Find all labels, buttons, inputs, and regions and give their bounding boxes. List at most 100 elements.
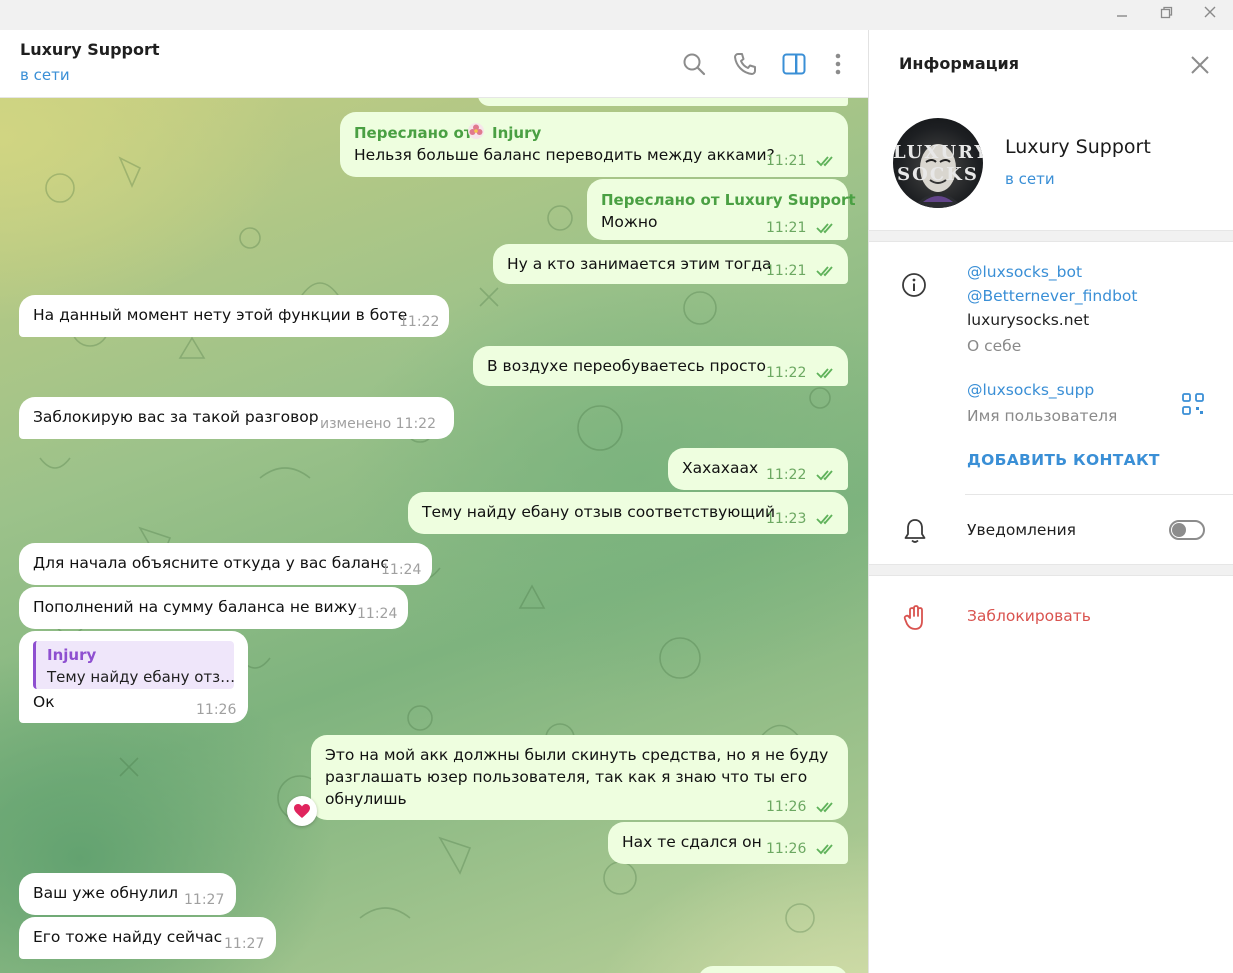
message-bubble-incoming[interactable]: Его тоже найду сейчас 11:27 (19, 917, 276, 959)
message-bubble-outgoing[interactable]: Переслано от Luxury Support Можно 11:21 (587, 179, 856, 240)
qr-code-icon (1182, 393, 1204, 415)
message-time: 11:26 (196, 702, 237, 718)
bio-website[interactable]: luxurysocks.net (967, 311, 1089, 329)
more-options-button[interactable] (824, 50, 852, 78)
heart-icon (294, 804, 310, 818)
read-checkmarks-icon (816, 266, 833, 277)
message-time: 11:27 (184, 892, 225, 908)
info-panel: Информация LUXURY SOCKS Luxury Support в… (868, 30, 1233, 973)
message-time: 11:27 (224, 936, 265, 952)
window-titlebar (0, 0, 1233, 30)
message-text: Тему найду ебану отзыв соответствующий (422, 503, 776, 521)
forwarded-label: Переслано от Luxury Support (601, 191, 856, 209)
add-contact-button[interactable]: ДОБАВИТЬ КОНТАКТ (967, 451, 1160, 469)
profile-status: в сети (1005, 170, 1055, 188)
block-user-button[interactable]: Заблокировать (967, 607, 1091, 625)
username-caption: Имя пользователя (967, 407, 1118, 425)
message-time: 11:26 (766, 799, 807, 815)
bio-link-findbot[interactable]: @Betternever_findbot (967, 287, 1137, 305)
close-window-button[interactable] (1198, 4, 1222, 26)
toggle-info-panel-button[interactable] (780, 50, 808, 78)
bio-caption: О себе (967, 337, 1022, 355)
message-bubble-outgoing[interactable]: Нах те сдался он 11:26 (608, 822, 848, 864)
info-icon (902, 273, 926, 297)
close-info-panel-button[interactable] (1187, 52, 1213, 78)
message-bubble-incoming[interactable]: Ваш уже обнулил 11:27 (19, 873, 236, 915)
heart-reaction[interactable] (287, 796, 317, 826)
message-bubble-incoming[interactable]: Для начала объясните откуда у вас баланс… (19, 543, 432, 585)
reply-snippet: Тему найду ебану отз… (47, 668, 236, 686)
reply-quote[interactable]: Injury Тему найду ебану отз… (33, 641, 236, 689)
message-bubble-incoming[interactable]: На данный момент нету этой функции в бот… (19, 295, 449, 337)
message-time: 11:22 (766, 365, 807, 381)
chat-message-area[interactable]: Переслано от Injury Нельзя больше баланс… (0, 98, 868, 973)
section-divider (869, 564, 1233, 576)
username-link[interactable]: @luxsocks_supp (967, 381, 1094, 399)
message-text: Можно (601, 213, 658, 231)
message-text-line: Это на мой акк должны были скинуть средс… (325, 746, 829, 764)
message-bubble-outgoing[interactable]: Хахахаах 11:22 (668, 448, 848, 490)
profile-name: Luxury Support (1005, 136, 1151, 158)
reply-author: Injury (47, 646, 97, 664)
search-icon (683, 53, 706, 76)
phone-icon (734, 53, 756, 75)
message-edited-time: изменено 11:22 (320, 416, 436, 432)
forwarded-label: Переслано от (354, 124, 473, 142)
read-checkmarks-icon (816, 802, 833, 813)
row-divider (965, 494, 1233, 495)
sidebar-toggle-icon (782, 53, 806, 75)
minimize-window-button[interactable] (1110, 4, 1134, 26)
read-checkmarks-icon (816, 223, 833, 234)
message-time: 11:21 (766, 220, 807, 236)
message-time: 11:23 (766, 511, 807, 527)
message-bubble-incoming-reply[interactable]: Injury Тему найду ебану отз… Ок 11:26 (19, 631, 248, 723)
flower-avatar-icon (468, 123, 484, 139)
notifications-toggle[interactable] (1169, 520, 1205, 540)
message-text-line: разглашать юзер пользователя, так как я … (325, 768, 808, 786)
read-checkmarks-icon (816, 156, 833, 167)
message-bubble-partial[interactable] (698, 966, 848, 973)
notifications-label: Уведомления (967, 521, 1076, 539)
message-text: Хахахаах (682, 459, 759, 477)
restore-icon (1160, 6, 1173, 19)
close-icon (1204, 6, 1216, 18)
message-time: 11:24 (357, 606, 398, 622)
message-time: 11:26 (766, 841, 807, 857)
chat-status: в сети (20, 66, 70, 84)
search-button[interactable] (680, 50, 708, 78)
read-checkmarks-icon (816, 470, 833, 481)
message-text: Пополнений на сумму баланса не вижу (33, 598, 357, 616)
message-bubble-outgoing[interactable]: Ну а кто занимается этим тогда 11:21 (493, 244, 848, 284)
message-time: 11:22 (399, 314, 440, 330)
message-text: Заблокирую вас за такой разговор (33, 408, 319, 426)
read-checkmarks-icon (816, 514, 833, 525)
message-bubble-incoming[interactable]: Заблокирую вас за такой разговор изменен… (19, 397, 454, 439)
chat-header: Luxury Support в сети (0, 30, 868, 98)
info-icon-wrapper (901, 272, 927, 298)
message-text: Нельзя больше баланс переводить между ак… (354, 146, 775, 164)
message-bubble-outgoing[interactable]: Это на мой акк должны были скинуть средс… (311, 735, 848, 820)
chat-title[interactable]: Luxury Support (20, 40, 160, 59)
message-time: 11:21 (766, 153, 807, 169)
forward-source-avatar (467, 122, 485, 140)
message-bubble-incoming[interactable]: Пополнений на сумму баланса не вижу 11:2… (19, 587, 408, 629)
avatar-logo-line-2: SOCKS (897, 164, 979, 185)
message-time: 11:21 (766, 263, 807, 279)
forwarded-from-name[interactable]: Injury (492, 122, 541, 144)
message-text-line: обнулишь (325, 790, 407, 808)
qr-code-button[interactable] (1181, 392, 1205, 416)
bell-icon (904, 519, 926, 543)
message-text: Его тоже найду сейчас (33, 928, 223, 946)
message-bubble-outgoing[interactable]: Переслано от Injury Нельзя больше баланс… (340, 112, 848, 177)
read-checkmarks-icon (816, 368, 833, 379)
bio-link-bot[interactable]: @luxsocks_bot (967, 263, 1082, 281)
message-bubble-outgoing[interactable]: Тему найду ебану отзыв соответствующий 1… (408, 492, 848, 534)
profile-avatar[interactable]: LUXURY SOCKS (893, 118, 983, 208)
maximize-window-button[interactable] (1154, 4, 1178, 26)
message-bubble-outgoing[interactable]: В воздухе переобуваетесь просто 11:22 (473, 346, 848, 386)
message-text: Ок (33, 693, 55, 711)
call-button[interactable] (731, 50, 759, 78)
message-bubble-partial[interactable] (478, 98, 848, 106)
message-time: 11:24 (381, 562, 422, 578)
section-divider (869, 230, 1233, 242)
